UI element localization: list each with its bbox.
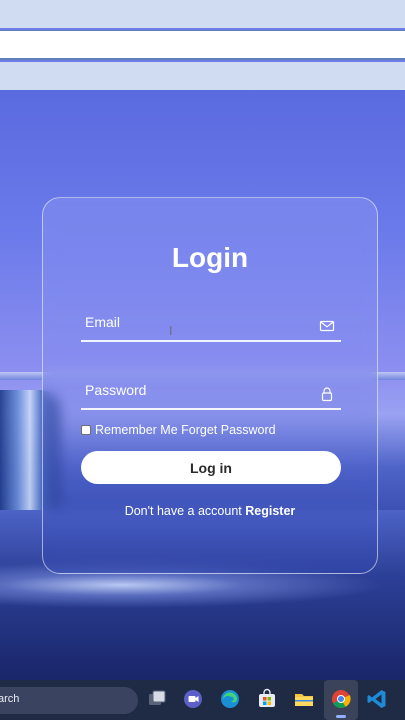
lock-icon (321, 387, 333, 402)
browser-tab-strip (0, 0, 405, 28)
login-button[interactable]: Log in (81, 451, 341, 484)
mail-icon (319, 320, 335, 332)
text-cursor-icon: I (169, 323, 173, 338)
remember-row: Remember Me Forget Password (81, 423, 276, 437)
login-card: Login Email I Password Remember Me Forge… (42, 197, 378, 574)
file-explorer-icon[interactable] (293, 688, 315, 710)
task-view-icon[interactable] (146, 688, 168, 710)
active-dot (336, 715, 346, 718)
address-bar[interactable] (0, 30, 405, 60)
password-field[interactable]: Password (81, 366, 341, 410)
register-line: Don't have a account Register (43, 504, 377, 518)
edge-icon[interactable] (219, 688, 241, 710)
password-label: Password (85, 382, 147, 398)
login-title: Login (171, 242, 249, 273)
vscode-icon[interactable] (366, 688, 388, 710)
store-icon[interactable] (256, 688, 278, 710)
email-field[interactable]: Email (81, 298, 341, 342)
no-account-text: Don't have a account (124, 504, 242, 518)
teams-icon[interactable] (182, 688, 204, 710)
bookmarks-bar (0, 62, 405, 90)
remember-checkbox[interactable] (81, 425, 91, 435)
taskbar-search[interactable]: arch (0, 687, 138, 714)
email-label: Email (85, 314, 121, 330)
register-link[interactable]: Register (245, 504, 295, 518)
remember-text[interactable]: Remember Me Forget Password (95, 423, 276, 437)
taskbar-search-text: arch (0, 693, 20, 705)
chrome-icon[interactable] (330, 688, 352, 710)
taskbar: arch (0, 680, 405, 720)
